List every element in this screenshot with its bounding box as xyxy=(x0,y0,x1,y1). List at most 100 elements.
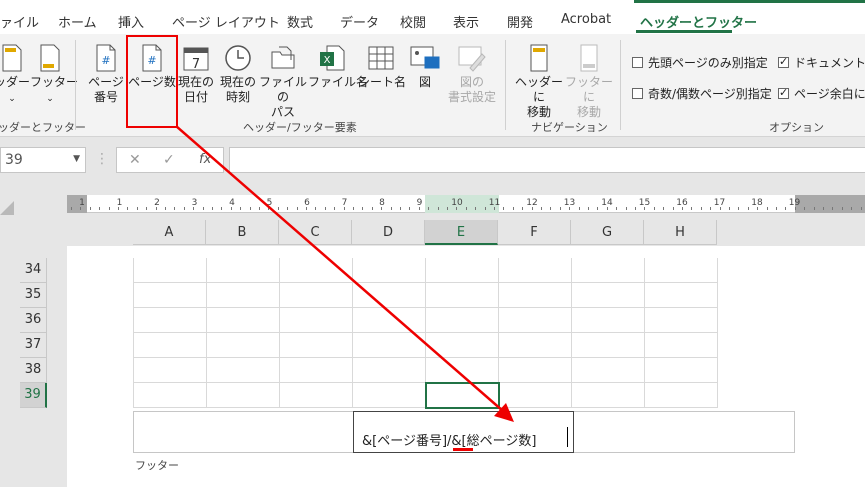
cell-a34[interactable] xyxy=(134,258,207,283)
selected-cell[interactable] xyxy=(425,382,500,409)
cell-a37[interactable] xyxy=(134,333,207,358)
tab-insert[interactable]: 挿入 xyxy=(118,12,144,31)
picture-button[interactable]: 図 xyxy=(408,44,442,90)
tab-formulas[interactable]: 数式 xyxy=(287,12,313,31)
tab-file[interactable]: ァイル xyxy=(0,12,39,31)
sheet-name-button[interactable]: シート名 xyxy=(358,44,406,90)
cell-e36[interactable] xyxy=(426,308,499,333)
cell-a36[interactable] xyxy=(134,308,207,333)
cell-f35[interactable] xyxy=(499,283,572,308)
column-header-h[interactable]: H xyxy=(644,220,717,245)
column-header-e[interactable]: E xyxy=(425,220,498,245)
cell-c35[interactable] xyxy=(280,283,353,308)
checkbox[interactable] xyxy=(632,88,643,99)
cell-d37[interactable] xyxy=(353,333,426,358)
tab-acrobat[interactable]: Acrobat xyxy=(561,12,611,27)
check-icon[interactable]: ✓ xyxy=(163,152,175,168)
cell-a35[interactable] xyxy=(134,283,207,308)
file-path-button[interactable]: ファイルの パス xyxy=(258,44,308,120)
row-header-37[interactable]: 37 xyxy=(20,333,47,358)
name-box[interactable]: 39 ▼ xyxy=(0,147,86,173)
cell-h35[interactable] xyxy=(645,283,718,308)
row-header-35[interactable]: 35 xyxy=(20,283,47,308)
option-odd-even[interactable]: 奇数/偶数ページ別指定 xyxy=(632,85,772,102)
file-name-button[interactable]: X ファイル名 xyxy=(308,44,368,90)
column-header-f[interactable]: F xyxy=(498,220,571,245)
cell-b35[interactable] xyxy=(207,283,280,308)
formula-input[interactable] xyxy=(229,147,865,173)
cell-d36[interactable] xyxy=(353,308,426,333)
cell-g36[interactable] xyxy=(572,308,645,333)
format-picture-button[interactable]: 図の 書式設定 xyxy=(444,44,500,105)
option-scale-with-document[interactable]: ドキュメントに合 xyxy=(778,54,865,71)
column-header-g[interactable]: G xyxy=(571,220,644,245)
cell-b38[interactable] xyxy=(207,358,280,383)
cell-e35[interactable] xyxy=(426,283,499,308)
tab-review[interactable]: 校閲 xyxy=(400,12,426,31)
cell-c36[interactable] xyxy=(280,308,353,333)
drag-handle-icon[interactable]: ⋮ xyxy=(95,151,109,167)
cell-c38[interactable] xyxy=(280,358,353,383)
cell-g39[interactable] xyxy=(572,383,645,408)
row-header-39[interactable]: 39 xyxy=(20,383,47,408)
cell-f38[interactable] xyxy=(499,358,572,383)
column-header-d[interactable]: D xyxy=(352,220,425,245)
chevron-down-icon[interactable]: ▼ xyxy=(73,154,80,164)
cell-b37[interactable] xyxy=(207,333,280,358)
checkbox-checked[interactable] xyxy=(778,55,789,68)
row-header-38[interactable]: 38 xyxy=(20,358,47,383)
tab-page-layout[interactable]: ページ レイアウト xyxy=(172,12,280,31)
cell-d39[interactable] xyxy=(353,383,426,408)
option-align-margins[interactable]: ページ余白に合 xyxy=(778,85,865,102)
cell-f36[interactable] xyxy=(499,308,572,333)
cell-e37[interactable] xyxy=(426,333,499,358)
checkbox-checked[interactable] xyxy=(778,86,789,99)
cell-a38[interactable] xyxy=(134,358,207,383)
cell-d34[interactable] xyxy=(353,258,426,283)
cell-b36[interactable] xyxy=(207,308,280,333)
cell-c39[interactable] xyxy=(280,383,353,408)
select-all-corner[interactable] xyxy=(0,201,14,215)
tab-data[interactable]: データ xyxy=(340,12,379,31)
cell-h39[interactable] xyxy=(645,383,718,408)
tab-developer[interactable]: 開発 xyxy=(507,12,533,31)
fx-icon[interactable]: fx xyxy=(199,152,211,167)
tab-view[interactable]: 表示 xyxy=(453,12,479,31)
cell-g38[interactable] xyxy=(572,358,645,383)
cell-e38[interactable] xyxy=(426,358,499,383)
cell-h37[interactable] xyxy=(645,333,718,358)
cell-b34[interactable] xyxy=(207,258,280,283)
tab-home[interactable]: ホーム xyxy=(58,12,97,31)
cell-h34[interactable] xyxy=(645,258,718,283)
cell-c34[interactable] xyxy=(280,258,353,283)
cell-h36[interactable] xyxy=(645,308,718,333)
header-button[interactable]: ッダー ⌄ xyxy=(0,44,32,107)
option-first-page[interactable]: 先頭ページのみ別指定 xyxy=(632,54,768,71)
cell-b39[interactable] xyxy=(207,383,280,408)
page-number-button[interactable]: # ページ 番号 xyxy=(86,44,126,105)
cell-e34[interactable] xyxy=(426,258,499,283)
cancel-icon[interactable]: ✕ xyxy=(129,152,141,168)
tab-header-footer[interactable]: ヘッダーとフッター xyxy=(640,12,757,31)
column-header-b[interactable]: B xyxy=(206,220,279,245)
cell-a39[interactable] xyxy=(134,383,207,408)
checkbox[interactable] xyxy=(632,57,643,68)
cell-g35[interactable] xyxy=(572,283,645,308)
current-date-button[interactable]: 7 現在の 日付 xyxy=(177,44,215,105)
goto-footer-button[interactable]: フッターに 移動 xyxy=(565,44,613,120)
cell-c37[interactable] xyxy=(280,333,353,358)
cell-d38[interactable] xyxy=(353,358,426,383)
cell-f37[interactable] xyxy=(499,333,572,358)
row-header-36[interactable]: 36 xyxy=(20,308,47,333)
cell-f39[interactable] xyxy=(499,383,572,408)
cell-g37[interactable] xyxy=(572,333,645,358)
cell-h38[interactable] xyxy=(645,358,718,383)
cell-d35[interactable] xyxy=(353,283,426,308)
column-header-a[interactable]: A xyxy=(133,220,206,245)
cell-g34[interactable] xyxy=(572,258,645,283)
row-header-34[interactable]: 34 xyxy=(20,258,47,283)
current-time-button[interactable]: 現在の 時刻 xyxy=(218,44,258,105)
footer-button[interactable]: フッター ⌄ xyxy=(30,44,78,107)
goto-header-button[interactable]: ヘッダーに 移動 xyxy=(512,44,566,120)
column-header-c[interactable]: C xyxy=(279,220,352,245)
